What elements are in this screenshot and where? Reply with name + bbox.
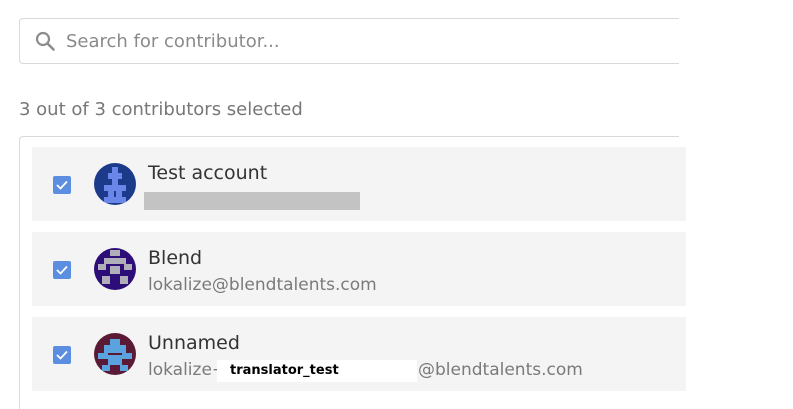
search-input[interactable]	[66, 27, 666, 55]
contributor-list: Test account Blend lokalize@blendtalents…	[19, 136, 686, 409]
contributor-handle-label: translator_test	[230, 363, 339, 378]
contributor-email: lokalize@blendtalents.com	[148, 275, 377, 295]
contributor-row[interactable]: Test account	[32, 147, 686, 221]
contributor-email-suffix: @blendtalents.com	[418, 360, 583, 380]
contributor-row[interactable]: Unnamed lokalize+ translator_test @blend…	[32, 317, 686, 391]
checkmark-icon	[56, 265, 68, 275]
contributor-name: Test account	[148, 162, 268, 184]
avatar	[94, 333, 136, 375]
contributor-checkbox[interactable]	[53, 346, 71, 364]
checkmark-icon	[56, 180, 68, 190]
contributor-row[interactable]: Blend lokalize@blendtalents.com	[32, 232, 686, 306]
avatar	[94, 163, 136, 205]
redacted-email	[144, 192, 360, 210]
selection-summary: 3 out of 3 contributors selected	[19, 99, 303, 120]
contributor-name: Unnamed	[148, 332, 240, 354]
contributor-name: Blend	[148, 247, 203, 269]
contributor-search[interactable]	[19, 18, 679, 64]
contributor-checkbox[interactable]	[53, 261, 71, 279]
search-icon	[35, 31, 55, 51]
avatar	[94, 248, 136, 290]
contributor-checkbox[interactable]	[53, 176, 71, 194]
checkmark-icon	[56, 350, 68, 360]
contributor-email-prefix: lokalize+	[148, 360, 227, 380]
